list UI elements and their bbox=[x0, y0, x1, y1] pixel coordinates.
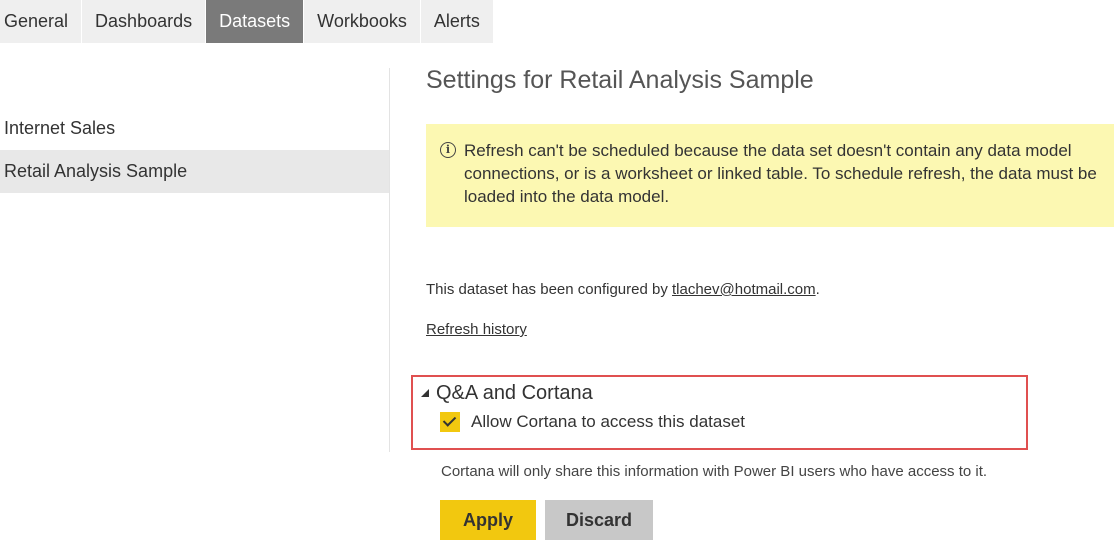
page-title: Settings for Retail Analysis Sample bbox=[426, 66, 814, 94]
cortana-access-option[interactable]: Allow Cortana to access this dataset bbox=[440, 412, 745, 432]
cortana-access-checkbox[interactable] bbox=[440, 412, 460, 432]
warning-text: Refresh can't be scheduled because the d… bbox=[464, 141, 1097, 206]
settings-tabs: General Dashboards Datasets Workbooks Al… bbox=[0, 0, 494, 43]
panel-divider bbox=[389, 68, 390, 452]
discard-button[interactable]: Discard bbox=[545, 500, 653, 540]
cortana-section: Q&A and Cortana Allow Cortana to access … bbox=[411, 375, 1028, 450]
info-icon: i bbox=[440, 142, 456, 158]
section-title-qna-cortana[interactable]: Q&A and Cortana bbox=[436, 382, 593, 405]
tab-workbooks[interactable]: Workbooks bbox=[304, 0, 421, 43]
tab-datasets[interactable]: Datasets bbox=[206, 0, 305, 43]
tab-dashboards[interactable]: Dashboards bbox=[82, 0, 207, 43]
dataset-item-internet-sales[interactable]: Internet Sales bbox=[0, 107, 389, 150]
refresh-history-link[interactable]: Refresh history bbox=[426, 321, 527, 338]
apply-button[interactable]: Apply bbox=[440, 500, 536, 540]
collapse-triangle-icon[interactable] bbox=[421, 389, 429, 397]
configured-email-link[interactable]: tlachev@hotmail.com bbox=[672, 281, 816, 298]
tab-general[interactable]: General bbox=[0, 0, 83, 43]
configured-prefix: This dataset has been configured by bbox=[426, 281, 672, 298]
configured-by-text: This dataset has been configured by tlac… bbox=[426, 281, 820, 298]
dataset-item-retail-analysis-sample[interactable]: Retail Analysis Sample bbox=[0, 150, 389, 193]
configured-suffix: . bbox=[815, 281, 820, 298]
cortana-note: Cortana will only share this information… bbox=[441, 463, 988, 480]
cortana-access-label[interactable]: Allow Cortana to access this dataset bbox=[471, 412, 745, 432]
tab-alerts[interactable]: Alerts bbox=[420, 0, 494, 43]
dataset-list: Internet Sales Retail Analysis Sample bbox=[0, 107, 389, 193]
refresh-warning-banner: i Refresh can't be scheduled because the… bbox=[426, 124, 1114, 227]
